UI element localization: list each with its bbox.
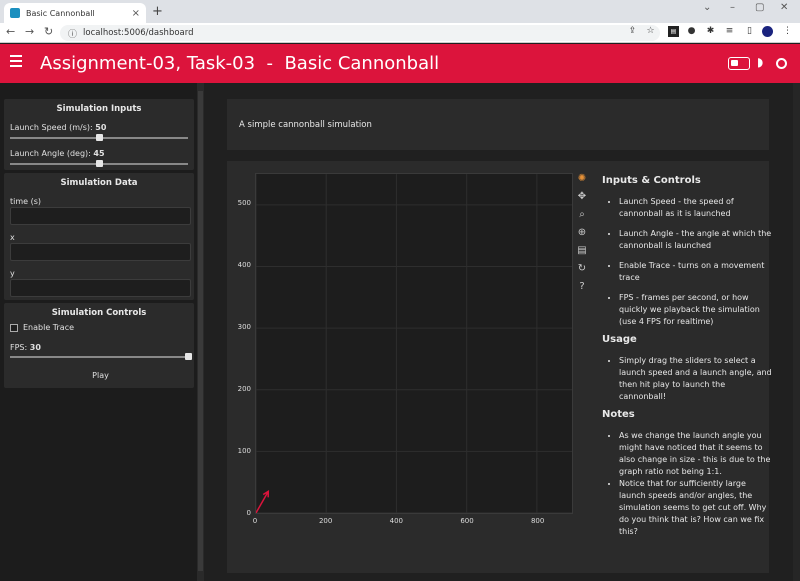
list-item: As we change the launch angle you might … bbox=[619, 430, 772, 478]
description-card: A simple cannonball simulation bbox=[227, 99, 769, 150]
page-scrollbar[interactable] bbox=[793, 83, 800, 581]
chevron-down-icon[interactable]: ⌄ bbox=[703, 2, 711, 13]
x-tick-label: 0 bbox=[252, 517, 258, 525]
card-title: Simulation Controls bbox=[51, 308, 147, 318]
y-tick-label: 200 bbox=[237, 385, 251, 393]
loading-indicator-icon bbox=[776, 58, 787, 69]
tab-close-icon[interactable]: × bbox=[132, 8, 140, 19]
list-item: Notice that for sufficiently large launc… bbox=[619, 478, 772, 538]
maximize-icon[interactable]: ▢ bbox=[755, 2, 764, 13]
enable-trace-checkbox[interactable] bbox=[10, 324, 18, 332]
time-field[interactable] bbox=[10, 207, 191, 225]
plot-grid bbox=[256, 174, 572, 513]
inputs-controls-list: Launch Speed - the speed of cannonball a… bbox=[602, 196, 772, 328]
save-icon[interactable]: ▤ bbox=[576, 245, 588, 257]
x-field[interactable] bbox=[10, 243, 191, 261]
help-icon[interactable]: ? bbox=[576, 281, 588, 293]
close-window-icon[interactable]: ✕ bbox=[780, 2, 788, 13]
usage-list: Simply drag the sliders to select a laun… bbox=[602, 355, 772, 403]
url-text: localhost:5006/dashboard bbox=[83, 28, 194, 38]
y-tick-label: 400 bbox=[237, 261, 251, 269]
side-panel-icon[interactable]: ▯ bbox=[744, 26, 755, 37]
forward-icon[interactable]: → bbox=[25, 25, 34, 38]
y-tick-label: 500 bbox=[237, 199, 251, 207]
x-tick-label: 200 bbox=[318, 517, 333, 525]
instructions-panel: Inputs & Controls Launch Speed - the spe… bbox=[602, 175, 772, 538]
reset-icon[interactable]: ↻ bbox=[576, 263, 588, 275]
fps-label: FPS: 30 bbox=[10, 343, 41, 352]
y-tick-label: 300 bbox=[237, 323, 251, 331]
new-tab-icon[interactable]: + bbox=[152, 4, 163, 19]
x-label: x bbox=[10, 233, 15, 242]
description-text: A simple cannonball simulation bbox=[239, 120, 372, 130]
launch-speed-slider[interactable] bbox=[10, 134, 188, 141]
simulation-plot[interactable] bbox=[255, 173, 573, 514]
y-label: y bbox=[10, 269, 15, 278]
app-favicon-icon bbox=[10, 8, 20, 18]
notes-heading: Notes bbox=[602, 409, 635, 420]
x-tick-label: 400 bbox=[389, 517, 404, 525]
page-title: Assignment-03, Task-03 - Basic Cannonbal… bbox=[40, 53, 440, 74]
media-icon[interactable]: ≡ bbox=[724, 26, 735, 37]
box-zoom-icon[interactable]: ⌕ bbox=[576, 209, 588, 221]
list-item: Launch Speed - the speed of cannonball a… bbox=[619, 196, 772, 220]
y-tick-label: 0 bbox=[246, 509, 251, 517]
moon-icon[interactable]: ◗ bbox=[757, 55, 763, 69]
y-field[interactable] bbox=[10, 279, 191, 297]
enable-trace-label: Enable Trace bbox=[23, 323, 75, 332]
card-title: Simulation Data bbox=[60, 178, 138, 188]
pan-icon[interactable]: ✥ bbox=[576, 191, 588, 203]
sidebar-scrollbar[interactable] bbox=[197, 83, 204, 581]
puzzle-icon[interactable]: ✱ bbox=[705, 26, 716, 37]
slider-handle[interactable] bbox=[96, 134, 103, 141]
bokeh-logo-icon[interactable]: ✺ bbox=[576, 173, 588, 185]
launch-angle-label: Launch Angle (deg): 45 bbox=[10, 149, 105, 158]
app-header: Assignment-03, Task-03 - Basic Cannonbal… bbox=[0, 44, 800, 83]
list-item: FPS - frames per second, or how quickly … bbox=[619, 292, 772, 328]
browser-tab-bar: Basic Cannonball × + ⌄ – ▢ ✕ bbox=[0, 0, 800, 23]
card-title: Simulation Inputs bbox=[56, 104, 142, 114]
arrow-shaft bbox=[256, 490, 269, 513]
launch-angle-slider[interactable] bbox=[10, 160, 188, 167]
wheel-zoom-icon[interactable]: ⊕ bbox=[576, 227, 588, 239]
launch-speed-label: Launch Speed (m/s): 50 bbox=[10, 123, 107, 132]
launch-arrow bbox=[256, 490, 270, 513]
hamburger-menu-icon[interactable] bbox=[10, 55, 22, 67]
play-button[interactable]: Play bbox=[10, 368, 191, 384]
list-item: Launch Angle - the angle at which the ca… bbox=[619, 228, 772, 252]
address-bar: ← → ↻ ⓘ localhost:5006/dashboard ⇪ ☆ ▤ ●… bbox=[0, 23, 800, 43]
share-icon[interactable]: ⇪ bbox=[627, 26, 638, 37]
info-icon[interactable]: ⓘ bbox=[68, 27, 77, 40]
fps-slider[interactable] bbox=[10, 353, 192, 360]
simulation-inputs-card: Simulation Inputs Launch Speed (m/s): 50… bbox=[4, 99, 194, 170]
time-label: time (s) bbox=[10, 197, 42, 206]
bookmark-star-icon[interactable]: ☆ bbox=[645, 26, 656, 37]
x-tick-label: 600 bbox=[460, 517, 474, 525]
url-input[interactable]: ⓘ localhost:5006/dashboard bbox=[60, 25, 660, 41]
notes-list: As we change the launch angle you might … bbox=[602, 430, 772, 538]
menu-dots-icon[interactable]: ⋮ bbox=[782, 26, 793, 37]
tab-title: Basic Cannonball bbox=[26, 8, 95, 18]
slider-handle[interactable] bbox=[96, 160, 103, 167]
extension-circle-icon[interactable]: ● bbox=[686, 26, 697, 37]
slider-handle[interactable] bbox=[185, 353, 192, 360]
simulation-data-card: Simulation Data time (s) x y bbox=[4, 173, 194, 300]
x-tick-label: 800 bbox=[530, 517, 545, 525]
reload-icon[interactable]: ↻ bbox=[44, 25, 53, 38]
back-icon[interactable]: ← bbox=[6, 25, 15, 38]
inputs-controls-heading: Inputs & Controls bbox=[602, 175, 701, 186]
theme-toggle[interactable] bbox=[728, 57, 750, 70]
usage-heading: Usage bbox=[602, 334, 637, 345]
extension-icon[interactable]: ▤ bbox=[668, 26, 679, 37]
simulation-controls-card: Simulation Controls Enable Trace FPS: 30… bbox=[4, 303, 194, 388]
browser-tab[interactable]: Basic Cannonball × bbox=[4, 3, 146, 23]
list-item: Simply drag the sliders to select a laun… bbox=[619, 355, 772, 403]
list-item: Enable Trace - turns on a movement trace bbox=[619, 260, 772, 284]
profile-avatar[interactable] bbox=[762, 26, 773, 37]
minimize-icon[interactable]: – bbox=[730, 2, 735, 13]
y-tick-label: 100 bbox=[237, 447, 251, 455]
